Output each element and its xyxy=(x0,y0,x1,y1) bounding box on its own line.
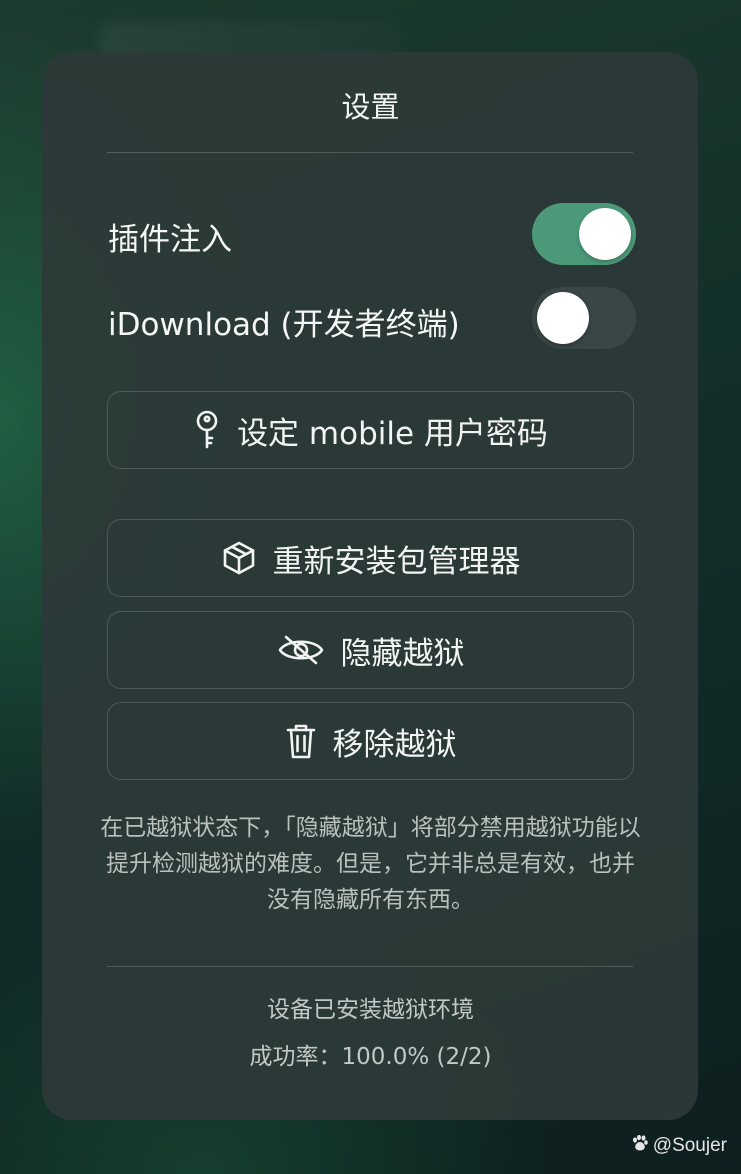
set-password-label: 设定 mobile 用户密码 xyxy=(237,415,548,452)
hide-jailbreak-button[interactable]: 隐藏越狱 xyxy=(107,611,634,689)
success-rate-status: 成功率：100.0% (2/2) xyxy=(249,1044,492,1070)
title-divider xyxy=(107,152,633,153)
switch-knob xyxy=(537,292,589,344)
key-icon xyxy=(193,410,221,450)
trash-icon xyxy=(285,722,317,760)
toggle-label-tweak-injection: 插件注入 xyxy=(108,222,232,258)
toggle-label-idownload: iDownload (开发者终端) xyxy=(108,307,460,343)
paw-icon xyxy=(631,1134,649,1158)
remove-jailbreak-button[interactable]: 移除越狱 xyxy=(107,702,634,780)
tweak-injection-switch[interactable] xyxy=(532,203,636,265)
remove-jailbreak-label: 移除越狱 xyxy=(332,726,457,763)
jailbreak-environment-status: 设备已安装越狱环境 xyxy=(267,997,474,1023)
set-password-button[interactable]: 设定 mobile 用户密码 xyxy=(107,391,634,469)
hide-jailbreak-label: 隐藏越狱 xyxy=(340,635,465,672)
watermark: @Soujer xyxy=(631,1134,727,1158)
eye-slash-icon xyxy=(277,634,325,666)
dialog-title: 设置 xyxy=(341,90,400,124)
reinstall-package-manager-label: 重新安装包管理器 xyxy=(272,543,521,580)
switch-knob xyxy=(579,208,631,260)
idownload-switch[interactable] xyxy=(532,287,636,349)
watermark-text: @Soujer xyxy=(652,1135,727,1156)
hide-jailbreak-note: 在已越狱状态下，「隐藏越狱」将部分禁用越狱功能以提升检测越狱的难度。但是，它并非… xyxy=(100,815,641,913)
cube-icon xyxy=(221,540,257,576)
reinstall-package-manager-button[interactable]: 重新安装包管理器 xyxy=(107,519,634,597)
status-divider xyxy=(107,966,633,967)
